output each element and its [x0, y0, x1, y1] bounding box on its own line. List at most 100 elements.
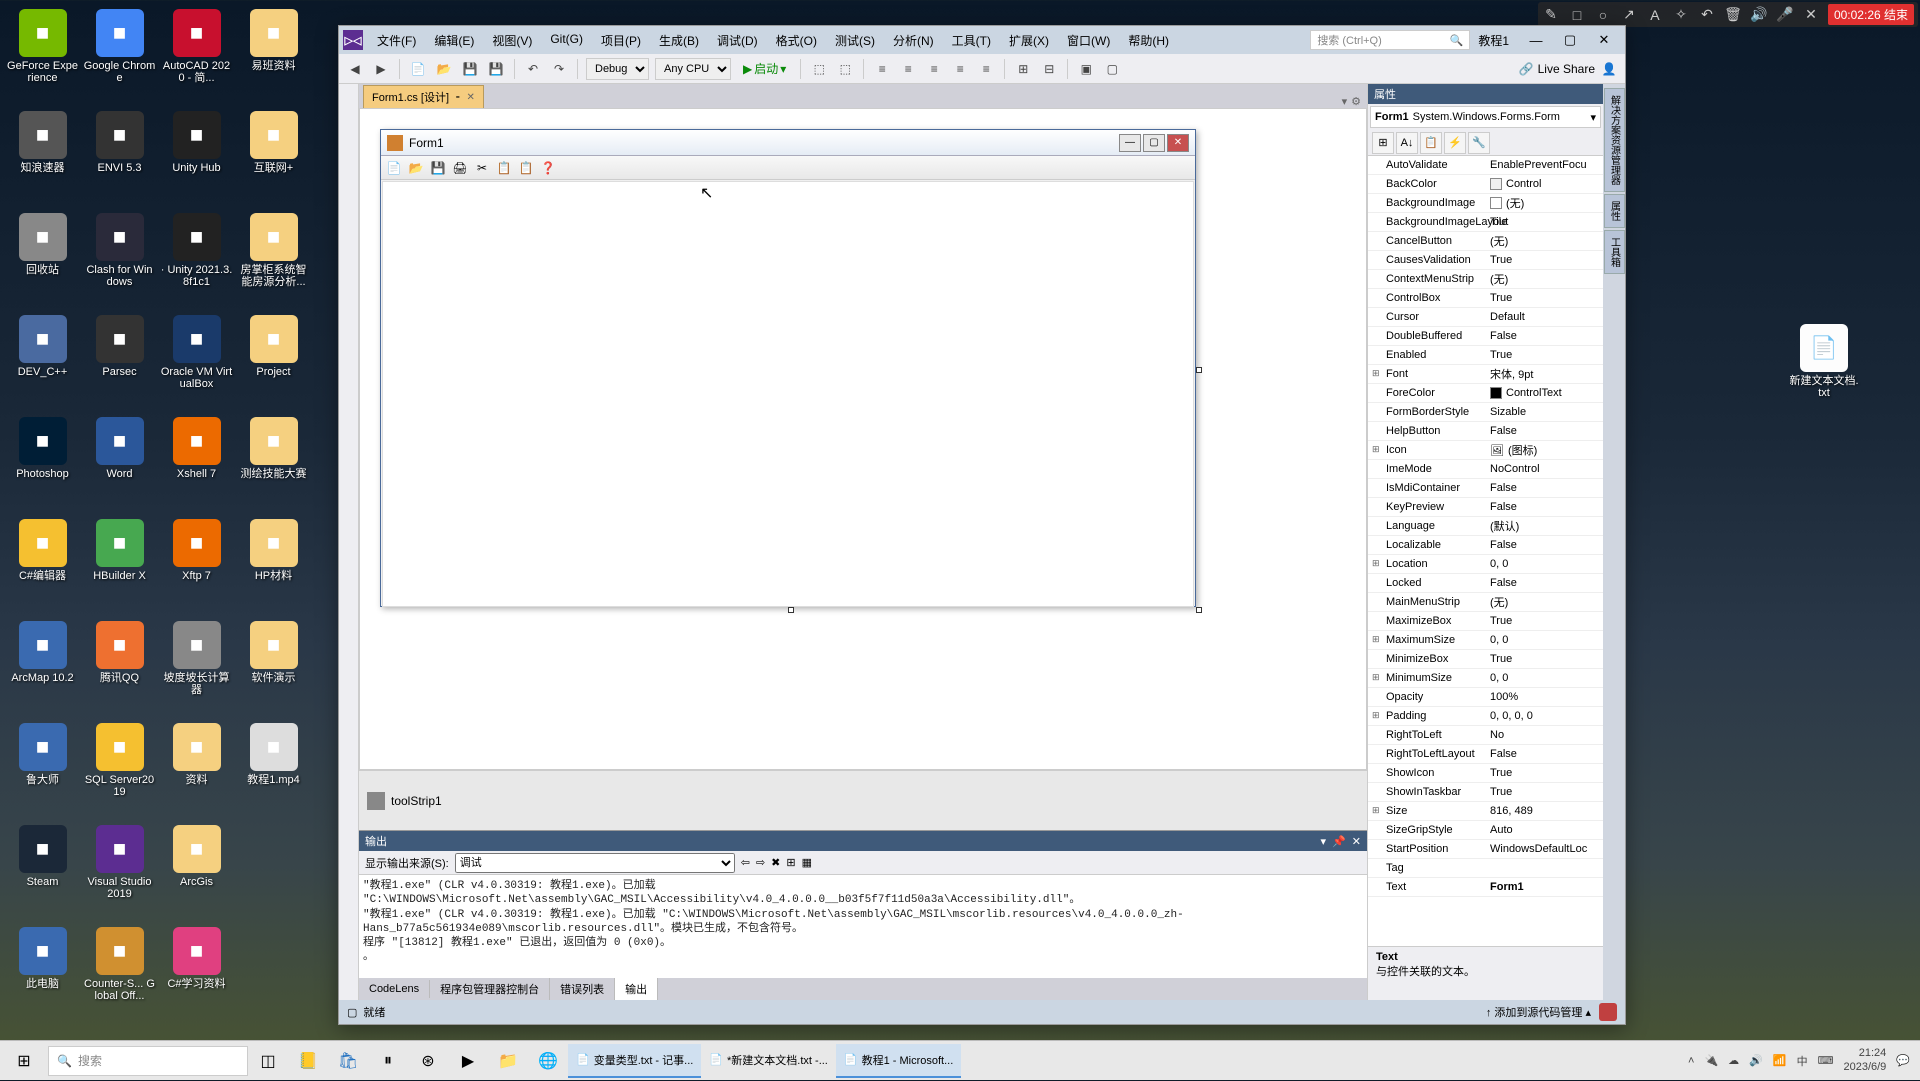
chrome-icon[interactable]: 🌐: [528, 1041, 568, 1081]
form-client-area[interactable]: [382, 181, 1194, 607]
next-icon[interactable]: ⇨: [756, 856, 765, 869]
property-row[interactable]: Font宋体, 9pt: [1368, 365, 1603, 384]
menu-item[interactable]: 帮助(H): [1120, 28, 1177, 53]
property-row[interactable]: Location0, 0: [1368, 555, 1603, 574]
pin-icon[interactable]: ⁃: [455, 91, 461, 104]
desktop-icon[interactable]: ■Visual Studio 2019: [82, 821, 157, 921]
toggle-icon[interactable]: ▦: [802, 856, 812, 869]
start-button[interactable]: ▶ 启动 ▾: [737, 60, 792, 77]
trash-icon[interactable]: 🗑: [1724, 6, 1742, 24]
toolstrip-button[interactable]: ❓: [539, 159, 557, 177]
desktop-icon[interactable]: ■软件演示: [236, 617, 311, 717]
desktop-icon[interactable]: 📄 新建文本文档.txt: [1788, 320, 1860, 399]
property-row[interactable]: TextForm1: [1368, 878, 1603, 897]
property-row[interactable]: ShowIconTrue: [1368, 764, 1603, 783]
property-row[interactable]: CursorDefault: [1368, 308, 1603, 327]
desktop-icon[interactable]: ■鲁大师: [5, 719, 80, 819]
output-tab[interactable]: CodeLens: [359, 980, 430, 998]
desktop-icon[interactable]: ■Xftp 7: [159, 515, 234, 615]
save-icon[interactable]: 💾: [460, 59, 480, 79]
property-row[interactable]: MaximumSize0, 0: [1368, 631, 1603, 650]
property-row[interactable]: CausesValidationTrue: [1368, 251, 1603, 270]
output-title[interactable]: 输出 ▾ 📌 ✕: [359, 831, 1367, 851]
winforms-form[interactable]: Form1 — ▢ ✕ 📄📂💾🖨✂📋📋❓: [380, 129, 1196, 607]
toolstrip-button[interactable]: 💾: [429, 159, 447, 177]
property-row[interactable]: BackgroundImageLayoutTile: [1368, 213, 1603, 232]
desktop-icon[interactable]: ■腾讯QQ: [82, 617, 157, 717]
desktop-icon[interactable]: [236, 821, 311, 921]
user-icon[interactable]: 👤: [1599, 59, 1619, 79]
notifications-icon[interactable]: [1599, 1003, 1617, 1021]
prev-icon[interactable]: ⇦: [741, 856, 750, 869]
property-row[interactable]: Icon🖼 (图标): [1368, 441, 1603, 460]
desktop-icon[interactable]: ■坡度坡长计算器: [159, 617, 234, 717]
alphabetical-icon[interactable]: A↓: [1396, 132, 1418, 154]
desktop-icon[interactable]: ■Xshell 7: [159, 413, 234, 513]
output-tab[interactable]: 输出: [615, 978, 658, 1000]
form-toolstrip[interactable]: 📄📂💾🖨✂📋📋❓: [381, 156, 1195, 180]
forward-icon[interactable]: ▶: [371, 59, 391, 79]
property-row[interactable]: Language(默认): [1368, 517, 1603, 536]
property-row[interactable]: BackgroundImage(无): [1368, 194, 1603, 213]
property-row[interactable]: Opacity100%: [1368, 688, 1603, 707]
wrap-icon[interactable]: ⊞: [786, 856, 795, 869]
taskbar-search[interactable]: 🔍 搜索: [48, 1046, 248, 1076]
menu-item[interactable]: 编辑(E): [426, 28, 482, 53]
property-row[interactable]: ImeModeNoControl: [1368, 460, 1603, 479]
usb-icon[interactable]: 🔌: [1704, 1054, 1718, 1067]
platform-select[interactable]: Any CPU: [655, 58, 731, 80]
onedrive-icon[interactable]: ☁: [1728, 1054, 1739, 1067]
desktop-icon[interactable]: ■互联网+: [236, 107, 311, 207]
spacing-icon[interactable]: ⊟: [1039, 59, 1059, 79]
property-row[interactable]: RightToLeftNo: [1368, 726, 1603, 745]
desktop-icon[interactable]: ■ENVI 5.3: [82, 107, 157, 207]
output-text[interactable]: "教程1.exe" (CLR v4.0.30319: 教程1.exe)。已加载 …: [359, 875, 1367, 978]
desktop-icon[interactable]: ■Project: [236, 311, 311, 411]
desktop-icon[interactable]: ■DEV_C++: [5, 311, 80, 411]
desktop-icon[interactable]: ■易班资料: [236, 5, 311, 105]
order-icon[interactable]: ▣: [1076, 59, 1096, 79]
dock-tab[interactable]: 工具箱: [1604, 230, 1625, 274]
resize-handle[interactable]: [1196, 607, 1202, 613]
desktop-icon[interactable]: ■Unity Hub: [159, 107, 234, 207]
close-icon[interactable]: ✕: [467, 92, 475, 103]
menu-item[interactable]: 项目(P): [593, 28, 649, 53]
close-button[interactable]: ✕: [1587, 28, 1621, 52]
dock-tab[interactable]: 解决方案资源管理器: [1604, 88, 1625, 192]
desktop-icon[interactable]: ■SQL Server2019: [82, 719, 157, 819]
events-icon[interactable]: ⚡: [1444, 132, 1466, 154]
volume-icon[interactable]: 🔊: [1749, 1054, 1763, 1067]
vs-titlebar[interactable]: ▷◁ 文件(F)编辑(E)视图(V)Git(G)项目(P)生成(B)调试(D)格…: [339, 26, 1625, 54]
open-icon[interactable]: 📂: [434, 59, 454, 79]
desktop-icon[interactable]: ■此电脑: [5, 923, 80, 1023]
redo-icon[interactable]: ↷: [549, 59, 569, 79]
properties-title[interactable]: 属性: [1368, 84, 1603, 104]
desktop-icon[interactable]: ■教程1.mp4: [236, 719, 311, 819]
property-row[interactable]: FormBorderStyleSizable: [1368, 403, 1603, 422]
desktop-icon[interactable]: ■GeForce Experience: [5, 5, 80, 105]
menu-item[interactable]: 工具(T): [944, 28, 999, 53]
desktop-icon[interactable]: ■Oracle VM VirtualBox: [159, 311, 234, 411]
align-icon[interactable]: ≡: [976, 59, 996, 79]
property-row[interactable]: AutoValidateEnablePreventFocu: [1368, 156, 1603, 175]
menu-item[interactable]: 文件(F): [369, 28, 424, 53]
desktop-icon[interactable]: ■Steam: [5, 821, 80, 921]
resize-handle[interactable]: [1196, 367, 1202, 373]
tool-icon[interactable]: ⬚: [809, 59, 829, 79]
property-row[interactable]: SizeGripStyleAuto: [1368, 821, 1603, 840]
component-tray[interactable]: toolStrip1: [359, 770, 1367, 830]
property-row[interactable]: ContextMenuStrip(无): [1368, 270, 1603, 289]
minimize-button[interactable]: —: [1519, 28, 1553, 52]
clock[interactable]: 21:24 2023/6/9: [1843, 1047, 1886, 1073]
property-row[interactable]: MainMenuStrip(无): [1368, 593, 1603, 612]
property-row[interactable]: BackColorControl: [1368, 175, 1603, 194]
spacing-icon[interactable]: ⊞: [1013, 59, 1033, 79]
property-row[interactable]: ShowInTaskbarTrue: [1368, 783, 1603, 802]
start-button[interactable]: ⊞: [0, 1041, 48, 1081]
form-minimize-button[interactable]: —: [1119, 134, 1141, 152]
mic-icon[interactable]: 🎤: [1776, 6, 1794, 24]
property-row[interactable]: StartPositionWindowsDefaultLoc: [1368, 840, 1603, 859]
dropdown-icon[interactable]: ▾: [1342, 95, 1348, 108]
desktop-icon[interactable]: ■Clash for Windows: [82, 209, 157, 309]
desktop-icon[interactable]: ■Word: [82, 413, 157, 513]
